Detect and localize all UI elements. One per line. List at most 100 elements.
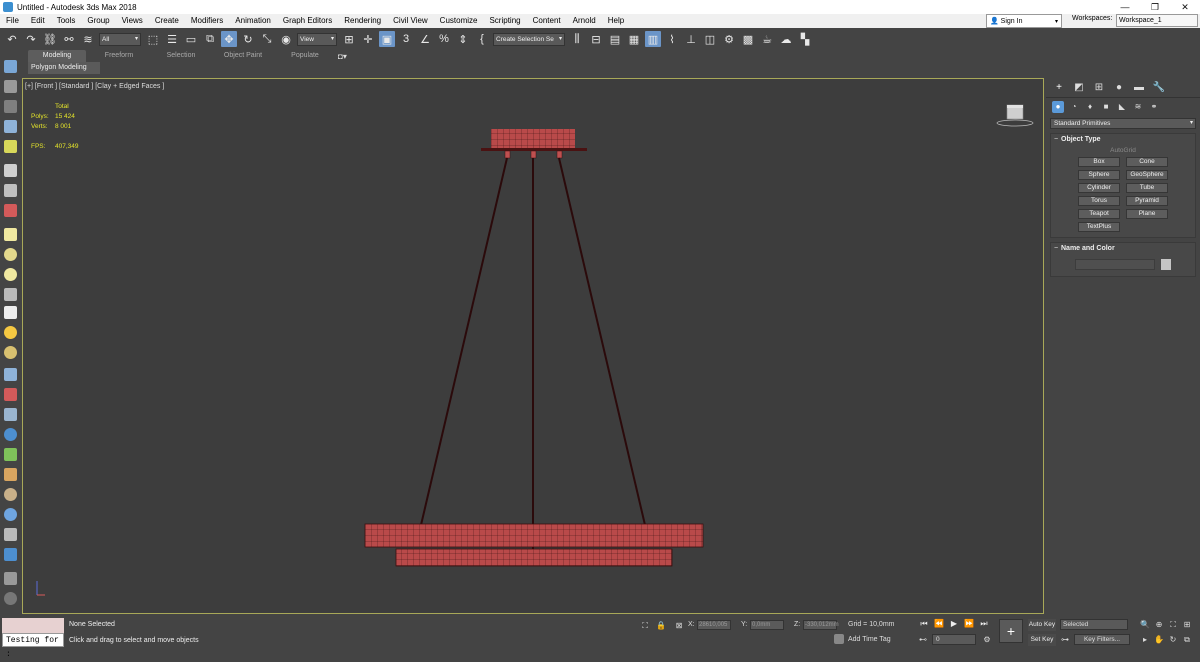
isolate-selection-icon[interactable]: ⛶ (640, 621, 650, 631)
close-button[interactable]: ✕ (1170, 0, 1200, 14)
named-selection-dropdown[interactable]: Create Selection Se (493, 32, 565, 46)
bones-icon[interactable] (4, 388, 17, 401)
textplus-button[interactable]: TextPlus (1078, 222, 1120, 232)
ribbon-panel-polygon-modeling[interactable]: Polygon Modeling (28, 62, 100, 74)
grid-icon[interactable] (4, 368, 17, 381)
shapes-icon[interactable]: ◔ (1068, 101, 1080, 113)
help-icon[interactable] (4, 592, 17, 605)
create-tab-icon[interactable]: + (1052, 82, 1066, 94)
manipulate-icon[interactable]: ✛ (360, 31, 376, 47)
x-coord-field[interactable]: 28610,005 (697, 620, 731, 630)
minimize-button[interactable]: — (1110, 0, 1140, 14)
sphere-button[interactable]: Sphere (1078, 170, 1120, 180)
key-filter-icon[interactable]: ⊶ (1060, 635, 1070, 645)
mesh-icon[interactable] (4, 408, 17, 421)
menu-arnold[interactable]: Arnold (567, 14, 602, 28)
ribbon-tab-populate[interactable]: Populate (276, 50, 334, 62)
motion-tab-icon[interactable]: ● (1112, 82, 1126, 94)
menu-file[interactable]: File (0, 14, 25, 28)
menu-modifiers[interactable]: Modifiers (185, 14, 229, 28)
undo-icon[interactable]: ↶ (4, 31, 20, 47)
select-and-place-icon[interactable]: ◉ (278, 31, 294, 47)
viewcube-icon[interactable] (995, 101, 1035, 129)
ribbon-tab-modeling[interactable]: Modeling (28, 50, 86, 62)
align-icon[interactable]: ⊟ (588, 31, 604, 47)
go-to-start-icon[interactable]: ⏮ (918, 618, 930, 630)
select-and-scale-icon[interactable]: ⤡ (259, 31, 275, 47)
zoom-extents-icon[interactable]: ⛶ (1168, 620, 1178, 630)
reference-coordinate-dropdown[interactable]: View (297, 32, 337, 46)
unlink-icon[interactable]: ⚯ (61, 31, 77, 47)
list-icon[interactable] (4, 100, 17, 113)
hierarchy-icon[interactable] (4, 120, 17, 133)
sun-icon[interactable] (4, 326, 17, 339)
plane-button[interactable]: Plane (1126, 209, 1168, 219)
z-coord-field[interactable]: -330,012mm (803, 620, 839, 630)
geosphere-button[interactable]: GeoSphere (1126, 170, 1168, 180)
maximize-viewport-icon[interactable]: ⧉ (1182, 635, 1192, 645)
select-object-icon[interactable]: ⬚ (145, 31, 161, 47)
orbit-icon[interactable]: ↻ (1168, 635, 1178, 645)
globe-icon[interactable] (4, 428, 17, 441)
menu-customize[interactable]: Customize (434, 14, 484, 28)
render-in-cloud-icon[interactable]: ☁ (778, 31, 794, 47)
menu-scripting[interactable]: Scripting (483, 14, 526, 28)
systems-icon[interactable]: ⚭ (1148, 101, 1160, 113)
spinner-snap-icon[interactable]: ⇕ (455, 31, 471, 47)
workspace-dropdown[interactable]: Workspace_1 (1116, 14, 1198, 27)
settings-icon[interactable] (4, 572, 17, 585)
selection-filter-dropdown[interactable]: All (99, 32, 141, 46)
menu-views[interactable]: Views (116, 14, 149, 28)
viewport-label[interactable]: [+] [Front ] [Standard ] [Clay + Edged F… (25, 83, 164, 90)
a360-gallery-icon[interactable]: ▚ (797, 31, 813, 47)
category-dropdown[interactable]: Standard Primitives (1050, 118, 1196, 129)
helper-icon[interactable] (4, 184, 17, 197)
teapot-icon[interactable] (4, 164, 17, 177)
render-setup-icon[interactable]: ⚙ (721, 31, 737, 47)
key-mode-dropdown[interactable]: Selected (1060, 619, 1128, 630)
helpers-icon[interactable]: ◣ (1116, 101, 1128, 113)
layer-icon[interactable] (4, 80, 17, 93)
select-and-rotate-icon[interactable]: ↻ (240, 31, 256, 47)
link-icon[interactable]: ⛓ (42, 31, 58, 47)
edit-named-selection-icon[interactable]: { (474, 31, 490, 47)
previous-frame-icon[interactable]: ⏪ (933, 618, 945, 630)
select-and-move-icon[interactable]: ✥ (221, 31, 237, 47)
texture-sphere-icon[interactable] (4, 488, 17, 501)
menu-group[interactable]: Group (81, 14, 115, 28)
snaps-toggle-icon[interactable]: 3 (398, 31, 414, 47)
pyramid-button[interactable]: Pyramid (1126, 196, 1168, 206)
menu-edit[interactable]: Edit (25, 14, 51, 28)
hemisphere-icon[interactable] (4, 248, 17, 261)
environment-icon[interactable] (4, 508, 17, 521)
sign-in-dropdown[interactable]: 👤 Sign In ▾ (986, 14, 1062, 28)
autogrid-checkbox[interactable]: AutoGrid (1051, 147, 1195, 154)
torus-icon[interactable] (4, 288, 17, 301)
character-icon[interactable] (4, 468, 17, 481)
bind-space-warp-icon[interactable]: ≋ (80, 31, 96, 47)
rectangular-selection-icon[interactable]: ▭ (183, 31, 199, 47)
plane-icon[interactable] (4, 228, 17, 241)
material-editor-icon[interactable]: ◫ (702, 31, 718, 47)
cylinder-button[interactable]: Cylinder (1078, 183, 1120, 193)
key-filters-button[interactable]: Key Filters... (1074, 634, 1130, 645)
set-keys-icon[interactable]: + (999, 619, 1023, 643)
window-crossing-icon[interactable]: ⧉ (202, 31, 218, 47)
absolute-mode-icon[interactable]: ⊠ (674, 621, 684, 631)
angle-snap-icon[interactable]: ∠ (417, 31, 433, 47)
menu-tools[interactable]: Tools (51, 14, 82, 28)
current-frame-field[interactable]: 0 (932, 634, 976, 645)
menu-content[interactable]: Content (527, 14, 567, 28)
viewport-front[interactable]: [+] [Front ] [Standard ] [Clay + Edged F… (22, 78, 1044, 614)
light-icon[interactable] (4, 140, 17, 153)
ribbon-tab-freeform[interactable]: Freeform (90, 50, 148, 62)
menu-graph-editors[interactable]: Graph Editors (277, 14, 338, 28)
maxscript-mini-listener[interactable] (2, 618, 64, 634)
select-by-name-icon[interactable]: ☰ (164, 31, 180, 47)
object-type-header[interactable]: Object Type (1051, 134, 1195, 146)
next-frame-icon[interactable]: ⏩ (963, 618, 975, 630)
field-of-view-icon[interactable]: ▸ (1140, 635, 1150, 645)
add-time-tag[interactable]: Add Time Tag (848, 636, 891, 643)
schematic-view-icon[interactable]: ⊥ (683, 31, 699, 47)
scene-explorer-icon[interactable] (4, 60, 17, 73)
